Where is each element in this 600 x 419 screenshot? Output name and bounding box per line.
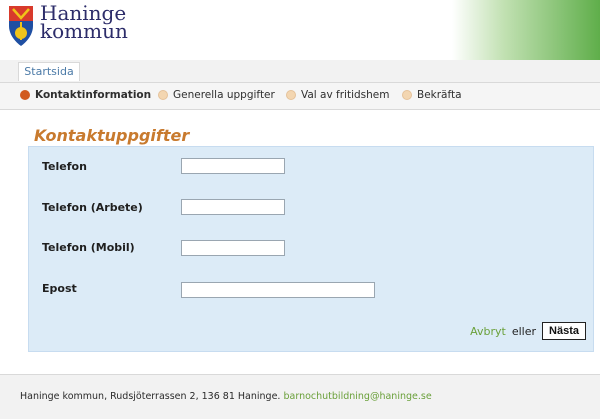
brand-name[interactable]: Haninge kommun <box>40 3 128 43</box>
telefon-mobil-label: Telefon (Mobil) <box>42 241 135 254</box>
step-label: Generella uppgifter <box>173 89 275 101</box>
brand-line2: kommun <box>40 19 128 43</box>
cancel-link[interactable]: Avbryt <box>470 325 506 338</box>
form-actions: Avbryt eller Nästa <box>470 322 586 340</box>
epost-label: Epost <box>42 282 77 295</box>
step-bekrafta[interactable]: Bekräfta <box>402 88 462 102</box>
step-label: Bekräfta <box>417 89 462 101</box>
step-label: Kontaktinformation <box>35 89 152 101</box>
step-val-av-fritidshem[interactable]: Val av fritidshem <box>286 88 390 102</box>
telefon-arbete-label: Telefon (Arbete) <box>42 201 143 214</box>
header: Haninge kommun <box>0 0 600 60</box>
pending-step-circle-icon <box>158 90 168 100</box>
active-step-circle-icon <box>20 90 30 100</box>
section-title: Kontaktuppgifter <box>34 126 190 145</box>
next-button[interactable]: Nästa <box>542 322 586 340</box>
footer-contact: Haninge kommun, Rudsjöterrassen 2, 136 8… <box>20 391 432 402</box>
step-generella-uppgifter[interactable]: Generella uppgifter <box>158 88 275 102</box>
telefon-mobil-input[interactable] <box>181 240 285 256</box>
telefon-arbete-input[interactable] <box>181 199 285 215</box>
tab-startsida[interactable]: Startsida <box>18 62 80 81</box>
step-kontaktinformation[interactable]: Kontaktinformation <box>20 88 151 102</box>
header-decoration <box>452 0 600 60</box>
footer-address: Haninge kommun, Rudsjöterrassen 2, 136 8… <box>20 391 281 402</box>
pending-step-circle-icon <box>402 90 412 100</box>
haninge-shield-logo-icon <box>9 6 33 46</box>
epost-input[interactable] <box>181 282 375 298</box>
telefon-input[interactable] <box>181 158 285 174</box>
step-label: Val av fritidshem <box>301 89 390 101</box>
pending-step-circle-icon <box>286 90 296 100</box>
navbar <box>0 60 600 83</box>
telefon-label: Telefon <box>42 160 87 173</box>
or-text: eller <box>511 324 537 338</box>
footer-email-link[interactable]: barnochutbildning@haninge.se <box>283 391 431 402</box>
